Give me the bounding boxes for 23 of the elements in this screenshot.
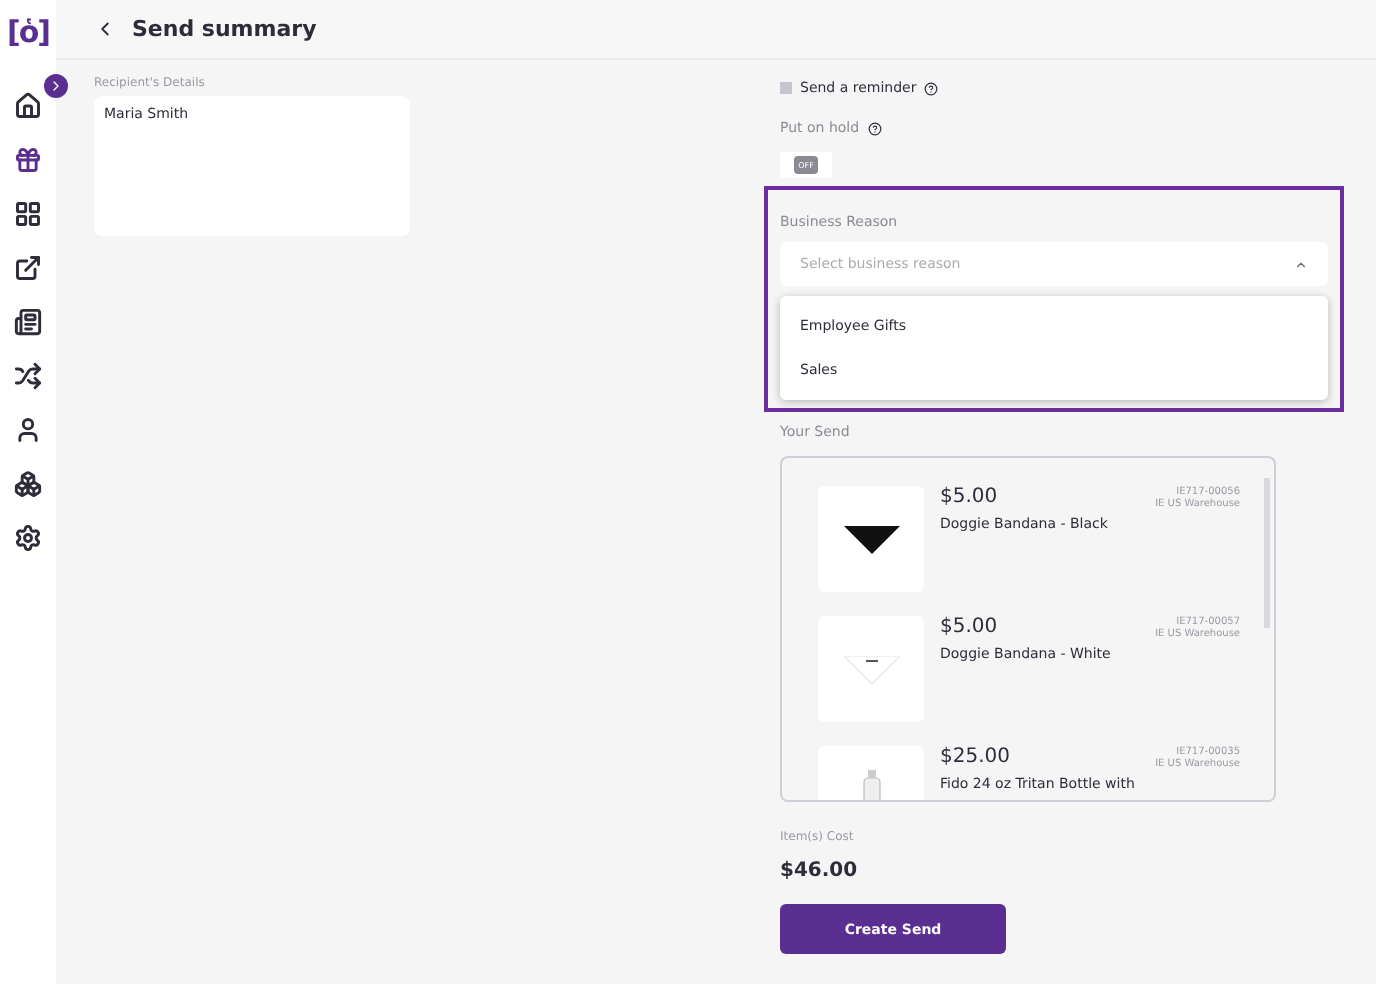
cost-value: $46.00 bbox=[780, 860, 860, 882]
page-title: Send summary bbox=[132, 16, 317, 42]
help-icon[interactable] bbox=[924, 81, 939, 95]
user-icon[interactable] bbox=[14, 416, 42, 444]
external-link-icon[interactable] bbox=[14, 254, 42, 282]
shuffle-icon[interactable] bbox=[14, 362, 42, 390]
expand-button[interactable] bbox=[44, 74, 68, 98]
reminder-checkbox[interactable] bbox=[780, 82, 792, 94]
boxes-icon[interactable] bbox=[14, 470, 42, 498]
settings-icon[interactable] bbox=[14, 524, 42, 552]
item-price: $5.00 bbox=[940, 486, 998, 510]
help-icon[interactable] bbox=[867, 121, 882, 135]
bandana-drawing bbox=[843, 525, 899, 553]
home-icon[interactable] bbox=[14, 92, 42, 120]
newspaper-icon[interactable] bbox=[14, 308, 42, 336]
chevron-right-icon bbox=[48, 78, 64, 94]
caret-up-icon bbox=[1294, 257, 1308, 271]
item-price: $5.00 bbox=[940, 616, 998, 640]
gift-icon[interactable] bbox=[14, 146, 42, 174]
grid-icon[interactable] bbox=[14, 200, 42, 228]
bandana-drawing bbox=[843, 655, 899, 683]
item-price: $25.00 bbox=[940, 746, 1010, 770]
logo[interactable]: [ὁ] bbox=[6, 0, 50, 64]
